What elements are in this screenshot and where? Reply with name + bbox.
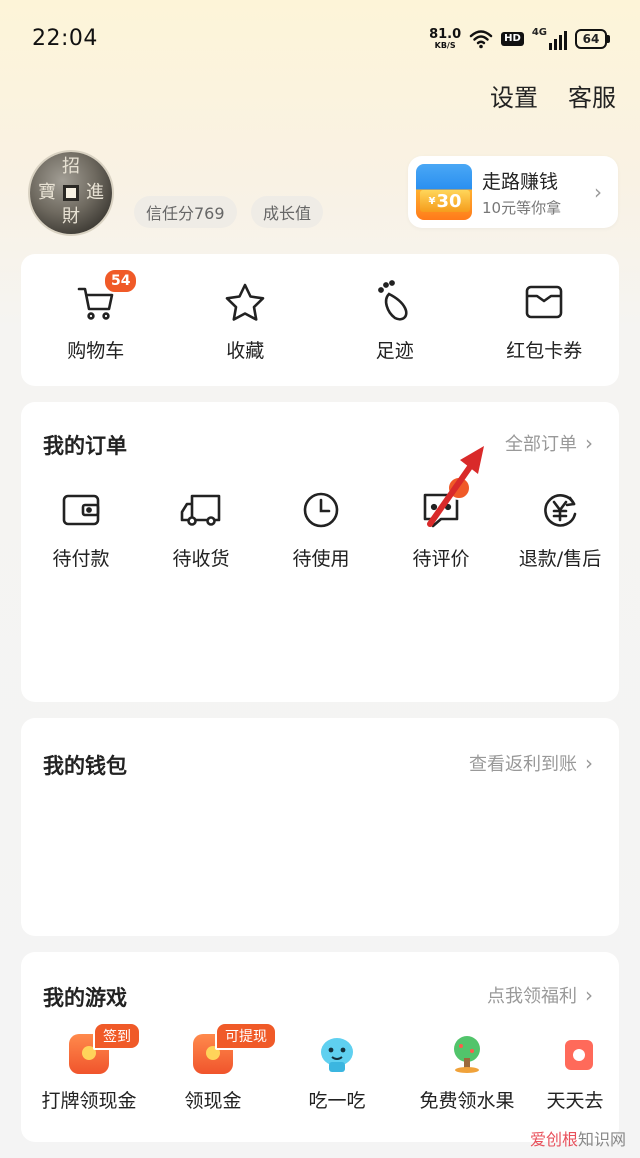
all-orders-link[interactable]: 全部订单 ›: [505, 430, 593, 456]
avatar[interactable]: 招 進 寶 財: [30, 152, 112, 234]
coupons-button[interactable]: 红包卡券: [470, 280, 620, 363]
refund-icon: [540, 488, 580, 532]
order-to-use[interactable]: 待使用: [261, 488, 381, 571]
games-title: 我的游戏: [43, 986, 127, 1010]
order-to-receive[interactable]: 待收货: [141, 488, 261, 571]
cart-button[interactable]: 购物车 54: [21, 268, 171, 363]
order-refund[interactable]: 退款/售后: [501, 488, 619, 571]
rebate-link[interactable]: 查看返利到账 ›: [469, 750, 593, 776]
chevron-right-icon: ›: [585, 751, 593, 775]
walk-earn-promo[interactable]: ¥30 走路赚钱 10元等你拿 ›: [408, 156, 618, 228]
truck-icon: [180, 488, 222, 532]
wallet-icon: [61, 488, 101, 532]
favorites-button[interactable]: 收藏: [171, 280, 321, 363]
footprint-button[interactable]: 足迹: [320, 280, 470, 363]
footprint-icon: [375, 280, 415, 324]
game-get-cash[interactable]: 领现金 可提现: [151, 1022, 277, 1113]
games-card: 我的游戏 点我领福利 › 打牌领现金 签到 领现金 可提现 吃一吃 免费领水果 …: [21, 952, 619, 1142]
signal-icon: 4G: [532, 28, 567, 50]
game-free-fruit[interactable]: 免费领水果: [399, 1034, 535, 1113]
battery-icon: 64: [575, 29, 610, 49]
quick-links-card: 购物车 54 收藏 足迹 红包卡券: [21, 254, 619, 386]
watermark: 爱创根知识网: [529, 1130, 626, 1149]
orders-card: 我的订单 全部订单 › 待付款 待收货 待使用 待评价 退款/售后: [21, 402, 619, 702]
cart-count-badge: 54: [103, 268, 139, 294]
growth-value-pill[interactable]: 成长值: [251, 196, 324, 228]
fruit-tree-icon: [447, 1034, 487, 1074]
game-eat[interactable]: 吃一吃: [275, 1034, 399, 1113]
promo-image: ¥30: [416, 164, 472, 220]
top-links: 设置 客服: [490, 78, 616, 113]
mascot-icon: [317, 1034, 357, 1074]
chevron-right-icon: ›: [585, 431, 593, 455]
settings-link[interactable]: 设置: [490, 78, 538, 113]
promo-title: 走路赚钱: [482, 170, 559, 193]
wallet-title: 我的钱包: [43, 754, 127, 778]
credit-score-pill[interactable]: 信任分769: [134, 196, 237, 228]
network-speed: 81.0 KB/S: [429, 27, 462, 50]
wallet-card: 我的钱包 查看返利到账 ›: [21, 718, 619, 936]
game-icon: [555, 1034, 595, 1074]
hd-icon: HD: [501, 32, 524, 46]
annotation-arrow-icon: [427, 446, 484, 527]
game-card-cash[interactable]: 打牌领现金 签到: [27, 1022, 151, 1113]
customer-service-link[interactable]: 客服: [568, 78, 616, 113]
orders-title: 我的订单: [43, 434, 127, 458]
star-icon: [224, 280, 266, 324]
withdrawable-tag: 可提现: [215, 1022, 277, 1050]
chevron-right-icon: ›: [594, 180, 602, 204]
game-daily[interactable]: 天天去: [535, 1034, 615, 1113]
checkin-tag: 签到: [93, 1022, 141, 1050]
clock-icon: [301, 488, 341, 532]
status-bar: 22:04 81.0 KB/S HD 4G 64: [0, 0, 640, 80]
game-welfare-link[interactable]: 点我领福利 ›: [487, 982, 593, 1008]
status-time: 22:04: [32, 26, 98, 51]
order-pending-payment[interactable]: 待付款: [21, 488, 141, 571]
wifi-icon: [469, 30, 493, 49]
promo-subtitle: 10元等你拿: [482, 198, 562, 217]
status-icons: 81.0 KB/S HD 4G 64: [429, 26, 610, 52]
chevron-right-icon: ›: [585, 983, 593, 1007]
wallet-card-icon: [524, 280, 564, 324]
